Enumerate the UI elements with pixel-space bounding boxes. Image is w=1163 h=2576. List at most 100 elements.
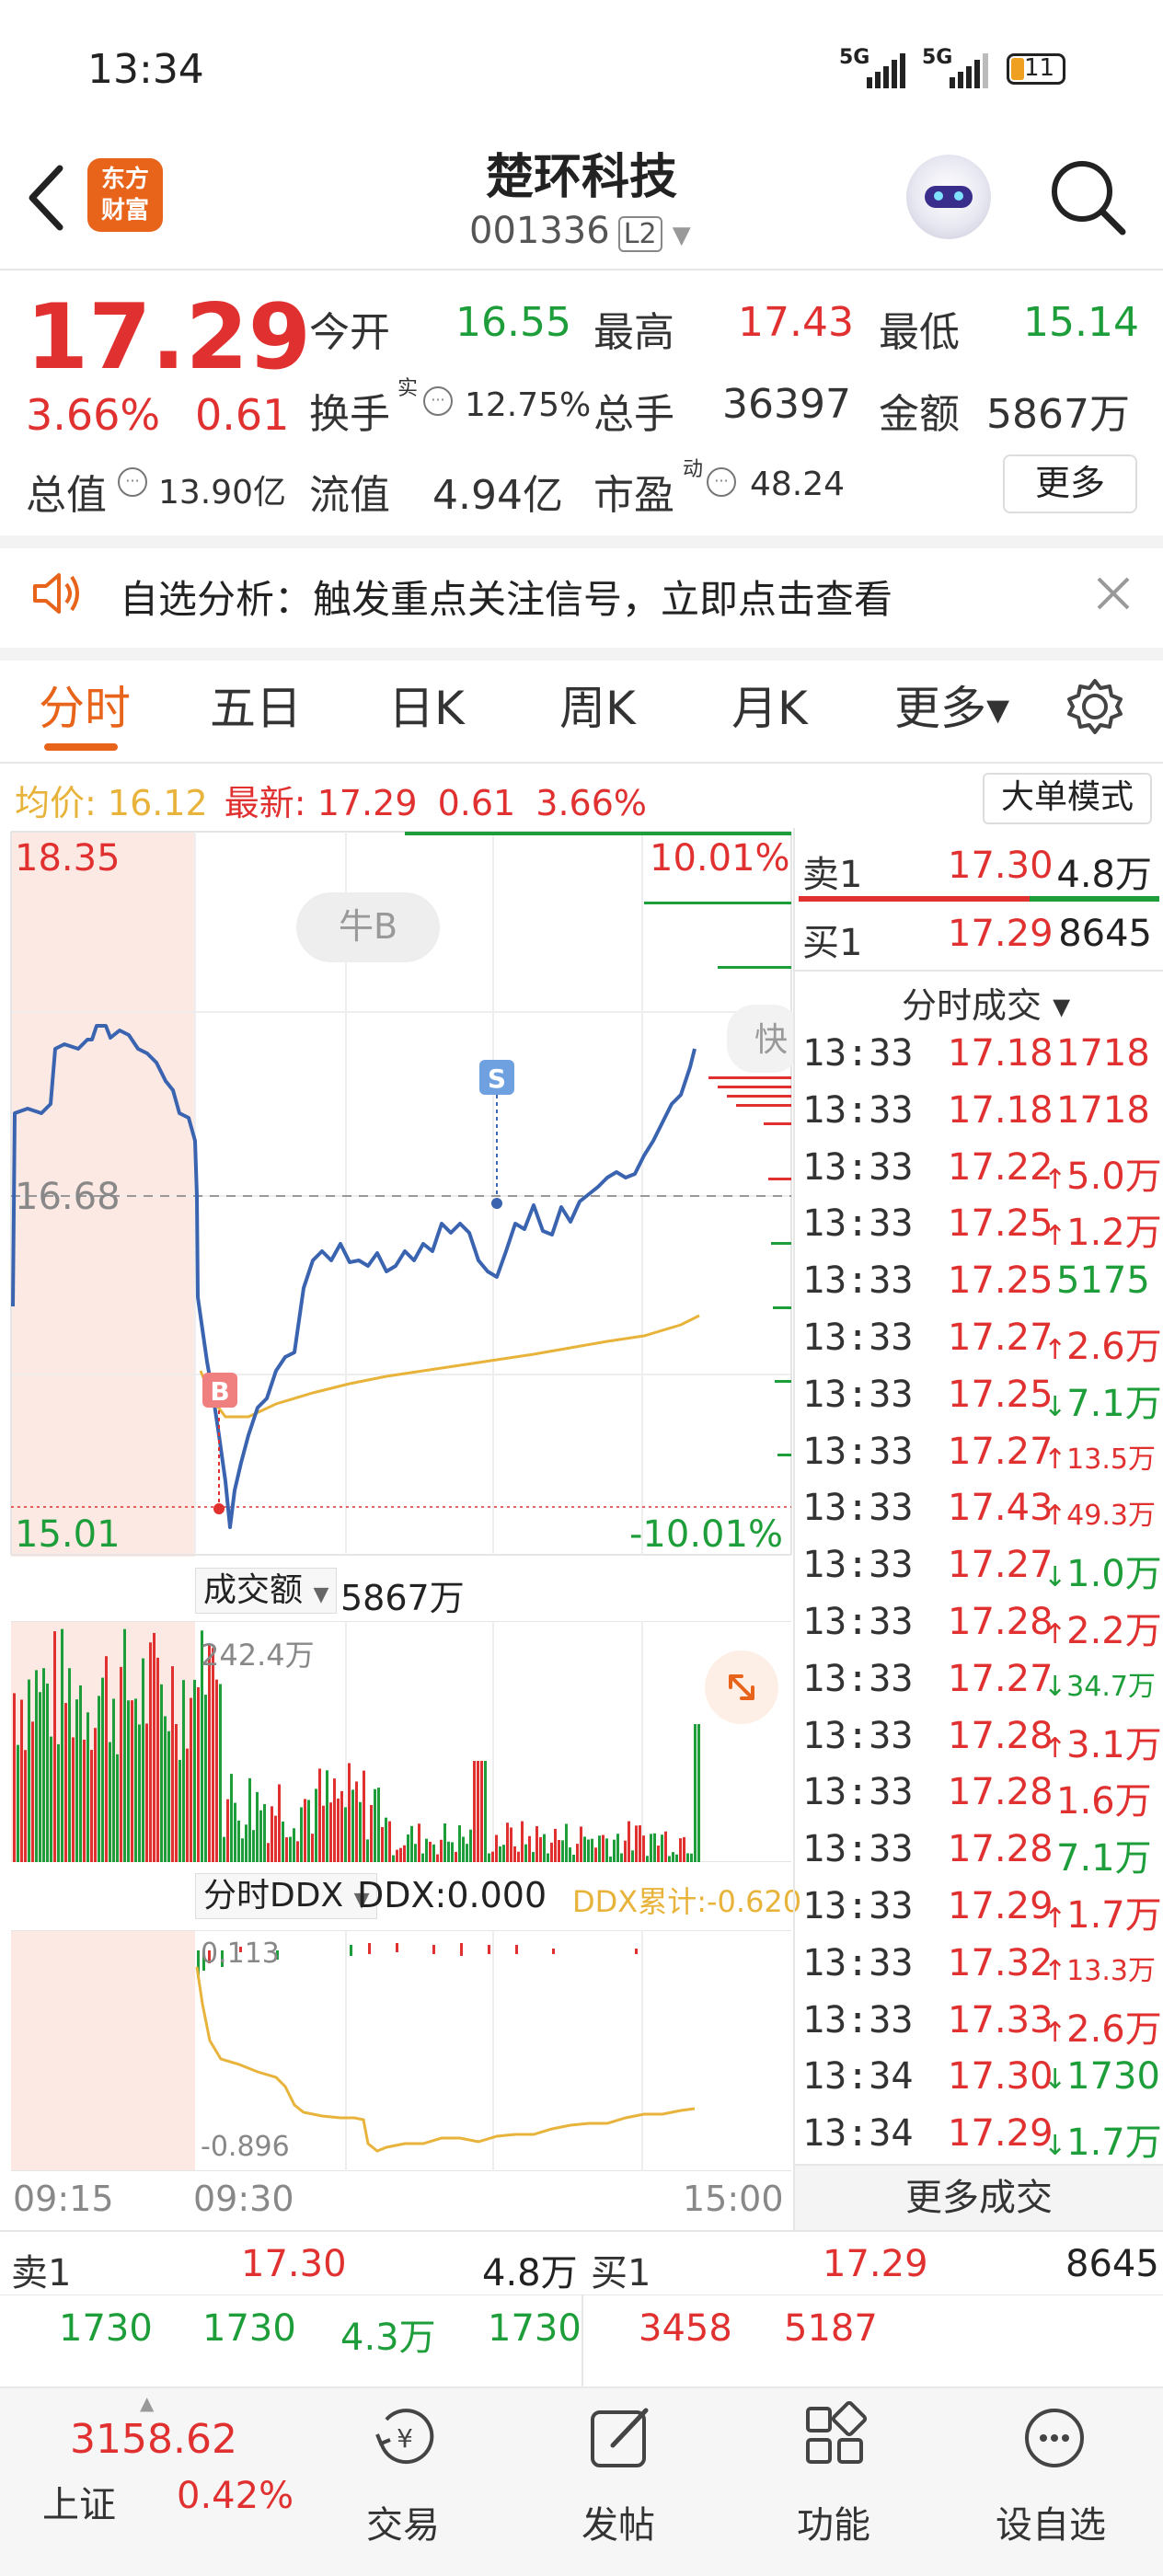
- tab-more[interactable]: 更多▾: [894, 672, 1009, 738]
- tick-volume: ↑49.3万: [1043, 1492, 1156, 1533]
- tick-time: 13:34: [802, 2112, 914, 2155]
- volume-selector[interactable]: 成交额 ▼: [195, 1568, 338, 1614]
- signal-bars-icon-2: [950, 53, 988, 88]
- volume-bar: [24, 1750, 27, 1862]
- tab-five-day[interactable]: 五日: [210, 672, 302, 738]
- close-icon[interactable]: [1095, 575, 1132, 612]
- tick-volume: 1.6万: [1056, 1771, 1163, 1824]
- volume-bar: [480, 1761, 483, 1862]
- volume-bar: [105, 1656, 108, 1862]
- nav-trade[interactable]: ¥ 交易: [350, 2401, 460, 2558]
- gear-icon[interactable]: [1065, 677, 1124, 736]
- volume-bar: [535, 1825, 538, 1862]
- nav-post[interactable]: 发帖: [567, 2401, 677, 2558]
- level-badge: L2: [617, 216, 662, 252]
- volume-bar: [473, 1761, 476, 1862]
- volume-bar: [418, 1823, 420, 1862]
- volume-bar: [50, 1736, 52, 1862]
- banner-text[interactable]: 自选分析：触发重点关注信号，立即点击查看: [120, 569, 892, 625]
- tick-volume: ↑2.6万: [1043, 1317, 1162, 1370]
- bb-sell1-price: 17.30: [241, 2243, 347, 2285]
- volume-bar: [282, 1821, 284, 1862]
- volume-bar: [348, 1763, 351, 1862]
- volume-bar: [366, 1839, 369, 1862]
- tab-intraday[interactable]: 分时: [39, 672, 131, 738]
- volume-bar: [226, 1799, 229, 1862]
- volume-bar: [333, 1778, 336, 1862]
- tick-vol-value: 2.6万: [1066, 2008, 1162, 2051]
- change-pct: 3.66%: [26, 390, 161, 440]
- volume-bar: [510, 1827, 512, 1862]
- tick-time: 13:33: [802, 1032, 914, 1075]
- tick-time: 13:33: [802, 1828, 914, 1870]
- last-price: 17.29: [26, 285, 311, 390]
- volume-bar: [458, 1824, 461, 1862]
- volume-bar: [245, 1824, 248, 1862]
- volume-bar: [620, 1853, 623, 1862]
- volume-bar: [116, 1754, 119, 1862]
- nav-add-watchlist-label: 设自选: [996, 2504, 1106, 2547]
- rb-sell1-label: 卖1: [802, 854, 863, 896]
- volume-bar: [635, 1825, 638, 1862]
- ddx-value: DDX:0.000: [357, 1875, 547, 1915]
- volume-bar: [178, 1759, 181, 1862]
- index-name[interactable]: 上证: [42, 2475, 116, 2528]
- latest-chg: 0.61: [437, 783, 516, 823]
- more-ticks-button[interactable]: 更多成交: [795, 2166, 1163, 2230]
- tab-monthly-k[interactable]: 月K: [731, 672, 808, 738]
- ticks-header[interactable]: 分时成交 ▾: [902, 977, 1070, 1028]
- more-button[interactable]: 更多: [1003, 454, 1137, 513]
- ddx-cumulative: DDX累计:-0.620: [572, 1884, 802, 1919]
- volume-bar: [374, 1788, 376, 1862]
- ddx-selector[interactable]: 分时DDX ▼: [195, 1873, 378, 1919]
- search-icon[interactable]: [1047, 156, 1130, 239]
- nav-functions[interactable]: 功能: [782, 2401, 892, 2558]
- volume-total: 5867万: [340, 1578, 465, 1618]
- volume-bar: [304, 1799, 306, 1862]
- turnover-label: 换手: [309, 391, 390, 438]
- volume-bar: [414, 1844, 417, 1862]
- tab-daily-k[interactable]: 日K: [388, 672, 465, 738]
- volume-bar: [329, 1802, 332, 1862]
- info-icon-2[interactable]: ···: [118, 467, 147, 497]
- status-time: 13:34: [87, 46, 204, 93]
- volume-bar: [57, 1743, 60, 1862]
- signal-5g-2: 5G: [922, 46, 953, 69]
- volume-bar: [190, 1697, 192, 1862]
- volume-bar: [83, 1739, 86, 1862]
- big-order-mode-button[interactable]: 大单模式: [983, 773, 1152, 824]
- expand-icon[interactable]: [705, 1650, 778, 1724]
- tick-arrow: ↑: [1043, 1732, 1067, 1765]
- tick-price: 17.22: [948, 1146, 1054, 1189]
- volume-bar: [602, 1834, 605, 1862]
- high-value: 17.43: [738, 299, 854, 346]
- stock-code-row[interactable]: 001336 L2 ▼: [469, 210, 691, 256]
- volume-bar: [17, 1744, 19, 1862]
- volume-bar: [278, 1784, 281, 1862]
- volume-bar: [385, 1817, 387, 1862]
- rb-buy1-vol: 8645: [1058, 913, 1152, 955]
- tick-vol-value: 1.0万: [1066, 1553, 1162, 1595]
- info-icon-3[interactable]: ···: [707, 467, 736, 497]
- volume-bar: [370, 1804, 373, 1862]
- tick-vol-value: 5.0万: [1066, 1156, 1162, 1198]
- robot-avatar-icon[interactable]: [906, 155, 991, 239]
- tick-vol-value: 3.1万: [1066, 1724, 1162, 1766]
- volume-bar: [204, 1695, 207, 1862]
- volume-bar: [539, 1836, 542, 1862]
- index-pct[interactable]: 0.42%: [177, 2475, 294, 2517]
- volume-bar: [296, 1841, 299, 1862]
- info-icon[interactable]: ···: [423, 386, 453, 416]
- nav-trade-label: 交易: [366, 2504, 440, 2547]
- volume-bar: [75, 1699, 78, 1862]
- index-value[interactable]: 3158.62: [70, 2416, 237, 2463]
- volume-bar: [561, 1840, 564, 1862]
- tick-vol-value: 13.3万: [1066, 1955, 1156, 1987]
- sell-buy-ratio-bar: [799, 896, 1159, 902]
- volume-bar: [650, 1834, 652, 1862]
- volume-bar: [315, 1788, 317, 1862]
- volume-bar: [256, 1791, 259, 1862]
- speaker-icon: [33, 573, 79, 614]
- tab-weekly-k[interactable]: 周K: [559, 672, 636, 738]
- nav-add-watchlist[interactable]: 设自选: [981, 2401, 1128, 2558]
